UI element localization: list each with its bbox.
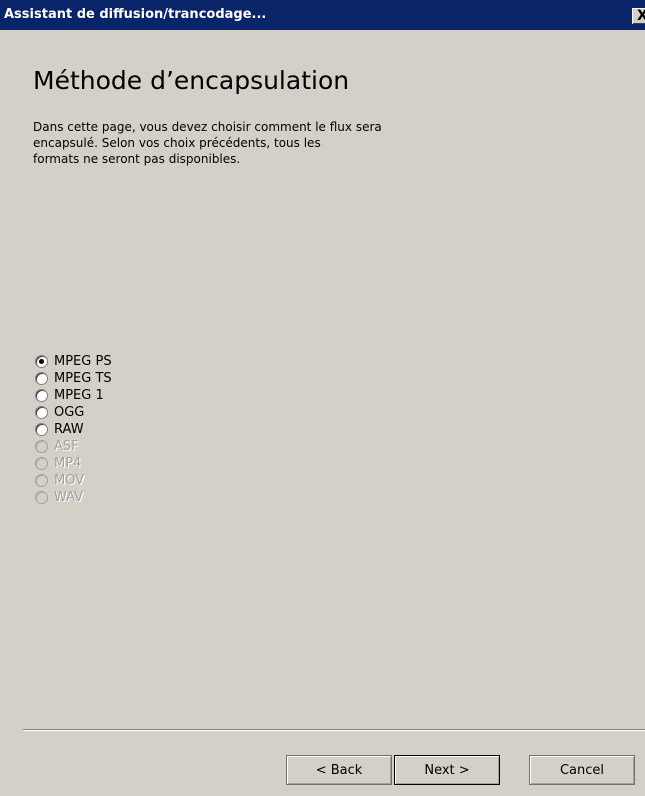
radio-asf: ASF [35,438,112,455]
encapsulation-radio-group: MPEG PS MPEG TS MPEG 1 OGG RAW ASF MP4 M… [35,353,112,506]
radio-selected-dot [39,359,44,364]
title-bar[interactable]: Assistant de diffusion/trancodage... X [0,0,645,30]
radio-label: MOV [54,473,85,488]
radio-button[interactable] [35,355,48,368]
footer-separator [23,729,645,731]
radio-label[interactable]: RAW [54,422,84,437]
description-line: Dans cette page, vous devez choisir comm… [33,120,382,134]
wizard-window: Assistant de diffusion/trancodage... X M… [0,0,645,796]
page-description: Dans cette page, vous devez choisir comm… [33,119,493,167]
radio-button[interactable] [35,389,48,402]
radio-label: ASF [54,439,79,454]
radio-button[interactable] [35,372,48,385]
radio-mpeg-ts[interactable]: MPEG TS [35,370,112,387]
back-button[interactable]: < Back [286,755,392,785]
radio-button[interactable] [35,406,48,419]
radio-button [35,457,48,470]
cancel-button[interactable]: Cancel [529,755,635,785]
radio-label: WAV [54,490,84,505]
radio-ogg[interactable]: OGG [35,404,112,421]
radio-label[interactable]: MPEG PS [54,354,112,369]
close-button[interactable]: X [632,8,645,24]
radio-raw[interactable]: RAW [35,421,112,438]
radio-mov: MOV [35,472,112,489]
description-line: formats ne seront pas disponibles. [33,152,241,166]
radio-button[interactable] [35,423,48,436]
radio-label[interactable]: MPEG 1 [54,388,104,403]
radio-button [35,440,48,453]
radio-mpeg-1[interactable]: MPEG 1 [35,387,112,404]
radio-label[interactable]: OGG [54,405,84,420]
radio-button [35,474,48,487]
radio-mp4: MP4 [35,455,112,472]
next-button[interactable]: Next > [394,755,500,785]
radio-button [35,491,48,504]
radio-label[interactable]: MPEG TS [54,371,112,386]
radio-mpeg-ps[interactable]: MPEG PS [35,353,112,370]
radio-label: MP4 [54,456,82,471]
page-title: Méthode d’encapsulation [33,66,350,95]
window-title: Assistant de diffusion/trancodage... [4,7,267,22]
radio-wav: WAV [35,489,112,506]
description-line: encapsulé. Selon vos choix précédents, t… [33,136,321,150]
